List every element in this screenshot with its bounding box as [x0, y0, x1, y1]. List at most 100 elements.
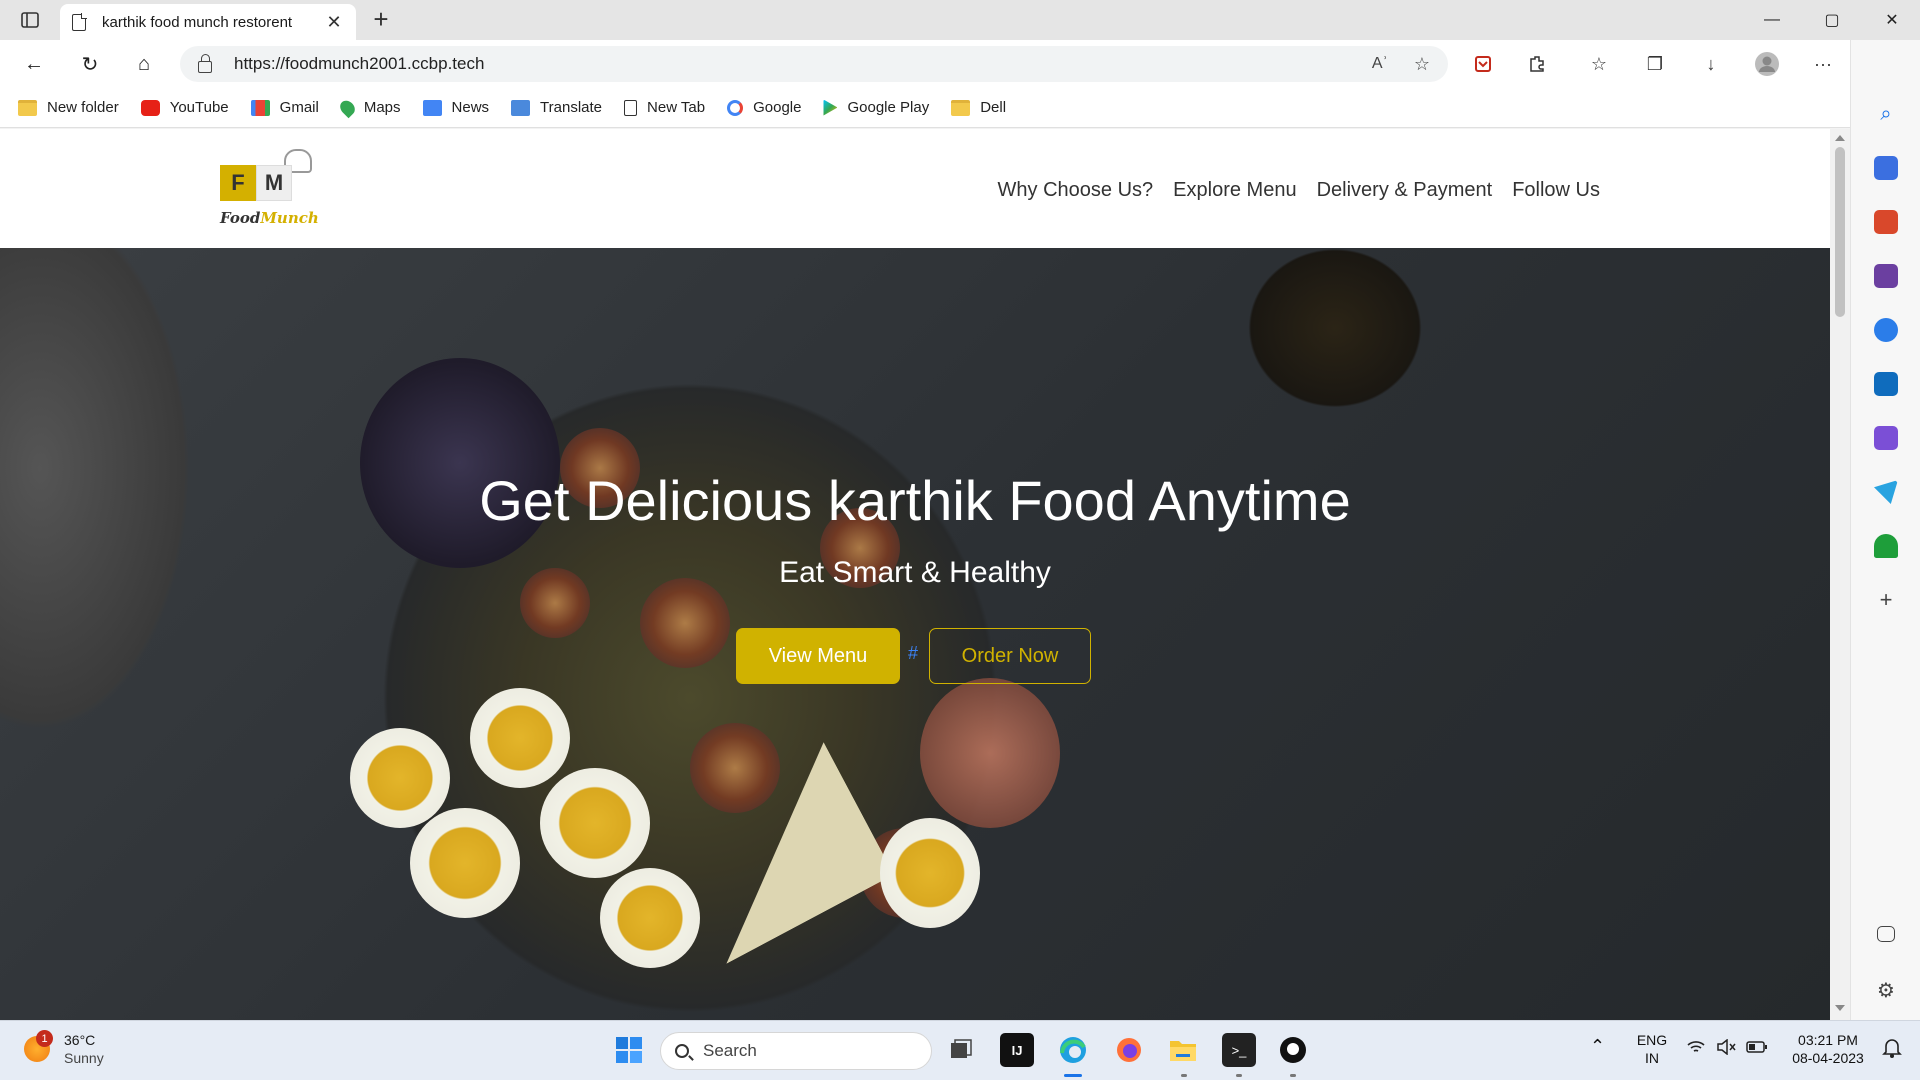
more-menu-icon[interactable]: ···	[1810, 51, 1836, 77]
tree-icon[interactable]	[1874, 534, 1898, 558]
weather-condition: Sunny	[64, 1050, 104, 1066]
github-icon[interactable]	[1276, 1033, 1310, 1067]
browser-toolbar: ← ↻ ⌂ https://foodmunch2001.ccbp.tech Aʾ…	[0, 40, 1920, 88]
tab-title: karthik food munch restorent	[102, 13, 293, 31]
extensions-icon[interactable]	[1526, 51, 1552, 77]
youtube-icon	[140, 99, 160, 116]
file-explorer-icon[interactable]	[1166, 1033, 1200, 1067]
sun-icon: 1	[24, 1030, 53, 1062]
edge-active-indicator	[1064, 1074, 1082, 1077]
battery-icon[interactable]	[1746, 1039, 1768, 1059]
bookmark-gmail[interactable]: Gmail	[250, 99, 319, 116]
weather-widget[interactable]: 1 36°C Sunny	[24, 1030, 104, 1067]
scrollbar-thumb[interactable]	[1835, 147, 1845, 317]
site-nav-links: Why Choose Us? Explore Menu Delivery & P…	[998, 179, 1600, 202]
page-icon	[624, 99, 638, 116]
page-icon	[72, 12, 87, 31]
downloads-icon[interactable]: ↓	[1698, 51, 1724, 77]
maximize-button[interactable]: ▢	[1804, 0, 1860, 40]
bookmark-translate[interactable]: Translate	[511, 99, 602, 116]
bookmark-new-tab[interactable]: New Tab	[624, 99, 705, 116]
logo-brand-text: FoodMunch	[220, 209, 319, 227]
nav-link-explore-menu[interactable]: Explore Menu	[1173, 179, 1296, 202]
edge-icon[interactable]	[1056, 1033, 1090, 1067]
start-button[interactable]	[612, 1033, 646, 1067]
volume-muted-icon[interactable]	[1716, 1038, 1736, 1059]
gmail-icon	[250, 99, 270, 116]
minimize-button[interactable]: —	[1744, 0, 1800, 40]
designer-icon[interactable]	[1874, 426, 1898, 450]
settings-icon[interactable]: ⚙	[1874, 978, 1898, 1002]
tab-actions-button[interactable]	[14, 7, 46, 33]
hash-link[interactable]: #	[908, 643, 918, 664]
terminal-icon[interactable]: >_	[1222, 1033, 1256, 1067]
hero-title: Get Delicious karthik Food Anytime	[479, 469, 1351, 532]
tag-icon[interactable]	[1874, 156, 1898, 180]
nav-link-delivery-payment[interactable]: Delivery & Payment	[1317, 179, 1493, 202]
explorer-open-indicator	[1181, 1074, 1187, 1077]
tray-chevron-icon[interactable]: ⌃	[1590, 1037, 1605, 1055]
add-favorite-icon[interactable]: ☆	[1414, 54, 1430, 75]
nav-link-follow-us[interactable]: Follow Us	[1512, 179, 1600, 202]
bookmark-maps[interactable]: Maps	[337, 97, 401, 118]
lang-region: IN	[1645, 1050, 1659, 1066]
taskbar-search[interactable]: Search	[660, 1032, 932, 1070]
clock-date: 08-04-2023	[1792, 1050, 1864, 1066]
bookmark-news[interactable]: News	[422, 99, 489, 116]
nav-link-why-choose-us[interactable]: Why Choose Us?	[998, 179, 1154, 202]
clock[interactable]: 03:21 PM 08-04-2023	[1786, 1031, 1870, 1067]
site-navbar: F M FoodMunch Why Choose Us? Explore Men…	[0, 129, 1830, 248]
close-window-button[interactable]: ✕	[1864, 0, 1920, 40]
home-button[interactable]: ⌂	[126, 48, 162, 80]
taskbar-search-placeholder: Search	[703, 1041, 757, 1060]
wifi-icon[interactable]	[1686, 1039, 1706, 1059]
collections-icon[interactable]: ❐	[1642, 51, 1668, 77]
add-icon[interactable]: +	[1874, 587, 1898, 612]
tab-actions-icon	[21, 12, 39, 28]
refresh-button[interactable]: ↻	[72, 48, 108, 80]
shield-extension-icon[interactable]	[1470, 51, 1496, 77]
google-play-icon	[823, 99, 838, 116]
firefox-icon[interactable]	[1112, 1033, 1146, 1067]
page-scrollbar[interactable]	[1830, 129, 1850, 1020]
read-aloud-icon[interactable]: Aʾ	[1372, 55, 1388, 73]
profile-avatar[interactable]	[1754, 51, 1780, 77]
new-tab-button[interactable]: +	[366, 6, 396, 34]
panel-icon[interactable]	[1877, 926, 1895, 942]
bookmark-google-play[interactable]: Google Play	[823, 99, 929, 116]
send-icon[interactable]	[1874, 480, 1898, 504]
url-text[interactable]: https://foodmunch2001.ccbp.tech	[234, 54, 1372, 74]
bookmark-new-folder[interactable]: New folder	[18, 99, 119, 116]
scroll-up-arrow[interactable]	[1835, 135, 1845, 141]
browser-tab[interactable]: karthik food munch restorent ✕	[60, 4, 356, 40]
food-munch-logo[interactable]: F M FoodMunch	[218, 149, 328, 239]
view-menu-button[interactable]: View Menu	[736, 628, 900, 684]
favorites-icon[interactable]: ☆	[1586, 51, 1612, 77]
office-icon[interactable]	[1874, 318, 1898, 342]
weather-temp: 36°C	[64, 1032, 96, 1048]
github-open-indicator	[1290, 1074, 1296, 1077]
bookmark-youtube[interactable]: YouTube	[140, 99, 229, 116]
games-icon[interactable]	[1874, 264, 1898, 288]
lock-icon	[198, 54, 212, 73]
maps-icon	[337, 97, 358, 118]
address-bar[interactable]: https://foodmunch2001.ccbp.tech Aʾ ☆	[180, 46, 1448, 82]
order-now-button[interactable]: Order Now	[929, 628, 1091, 684]
hero-subtitle: Eat Smart & Healthy	[779, 556, 1051, 589]
intellij-icon[interactable]: IJ	[1000, 1033, 1034, 1067]
task-view-icon[interactable]	[944, 1033, 978, 1067]
page-viewport: F M FoodMunch Why Choose Us? Explore Men…	[0, 129, 1850, 1020]
language-indicator[interactable]: ENG IN	[1636, 1031, 1668, 1067]
terminal-open-indicator	[1236, 1074, 1242, 1077]
bookmark-google[interactable]: Google	[727, 99, 801, 116]
bookmark-dell[interactable]: Dell	[951, 99, 1006, 116]
toolbox-icon[interactable]	[1874, 210, 1898, 234]
notification-bell-icon[interactable]	[1882, 1037, 1902, 1063]
tab-close-button[interactable]: ✕	[324, 12, 344, 33]
lang-code: ENG	[1636, 1032, 1668, 1048]
back-button[interactable]: ←	[16, 48, 52, 80]
folder-icon	[18, 99, 37, 116]
search-icon[interactable]: ⌕	[1874, 102, 1898, 126]
scroll-down-arrow[interactable]	[1835, 1005, 1845, 1011]
outlook-icon[interactable]	[1874, 372, 1898, 396]
